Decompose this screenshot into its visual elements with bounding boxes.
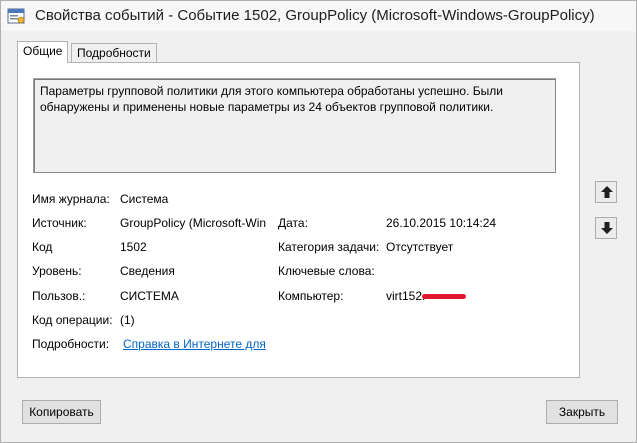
level-value: Сведения xyxy=(120,264,175,278)
source-label: Источник: xyxy=(32,216,87,230)
copy-button-label: Копировать xyxy=(29,405,94,419)
log-name-label: Имя журнала: xyxy=(32,192,110,206)
opcode-value: (1) xyxy=(120,313,135,327)
task-category-value: Отсутствует xyxy=(386,240,454,254)
title-bar[interactable]: Свойства событий - Событие 1502, GroupPo… xyxy=(1,1,636,31)
tab-details-label: Подробности xyxy=(77,46,151,60)
arrow-up-icon xyxy=(601,186,613,198)
computer-label: Компьютер: xyxy=(278,289,344,303)
date-label: Дата: xyxy=(278,216,308,230)
event-description[interactable]: Параметры групповой политики для этого к… xyxy=(33,78,556,173)
close-button[interactable]: Закрыть xyxy=(546,400,618,424)
close-button-label: Закрыть xyxy=(558,405,606,419)
user-value: СИСТЕМА xyxy=(120,289,179,303)
window-title: Свойства событий - Событие 1502, GroupPo… xyxy=(35,7,595,24)
date-value: 26.10.2015 10:14:24 xyxy=(386,216,497,230)
keywords-label: Ключевые слова: xyxy=(278,264,375,278)
computer-value: virt152. xyxy=(386,289,426,303)
copy-button[interactable]: Копировать xyxy=(22,400,101,424)
event-properties-window: Свойства событий - Событие 1502, GroupPo… xyxy=(0,0,637,443)
details-label: Подробности: xyxy=(32,337,110,351)
event-properties-icon xyxy=(7,7,25,25)
tab-details[interactable]: Подробности xyxy=(71,43,157,63)
code-value: 1502 xyxy=(120,240,147,254)
code-label: Код xyxy=(32,240,53,254)
tab-general-label: Общие xyxy=(23,44,63,58)
redaction-mark xyxy=(422,294,466,299)
online-help-link[interactable]: Справка в Интернете для xyxy=(123,337,266,351)
user-label: Пользов.: xyxy=(32,289,86,303)
arrow-down-icon xyxy=(601,222,613,234)
opcode-label: Код операции: xyxy=(32,313,113,327)
level-label: Уровень: xyxy=(32,264,82,278)
previous-event-button[interactable] xyxy=(595,181,617,203)
source-value: GroupPolicy (Microsoft-Win xyxy=(120,216,267,230)
task-category-label: Категория задачи: xyxy=(278,240,380,254)
tab-general[interactable]: Общие xyxy=(17,41,69,63)
next-event-button[interactable] xyxy=(595,217,617,239)
log-name-value: Система xyxy=(120,192,169,206)
